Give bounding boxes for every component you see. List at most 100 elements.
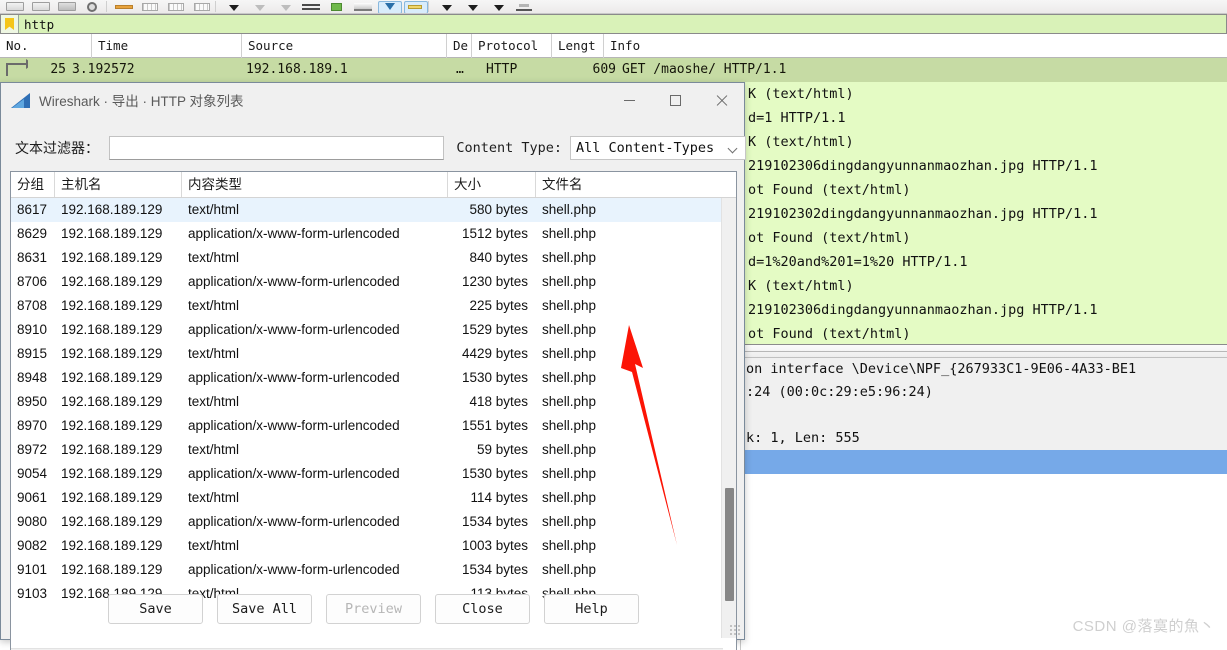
table-row[interactable]: 9061 192.168.189.129 text/html 114 bytes she… [11, 486, 736, 510]
column-header-source[interactable]: Source [242, 33, 447, 58]
colorize-icon[interactable] [324, 1, 350, 13]
zoom-out-icon[interactable] [350, 1, 376, 13]
packet-row-selected[interactable]: 25 3.192572 192.168.189.1 … HTTP 609 GET… [0, 58, 1227, 82]
detail-line: k: 1, Len: 555 [746, 430, 860, 446]
table-row[interactable]: 8631 192.168.189.129 text/html 840 bytes she… [11, 246, 736, 270]
save-button[interactable]: Save [108, 594, 203, 624]
go-previous-icon[interactable] [272, 1, 298, 13]
help-button[interactable]: Help [544, 594, 639, 624]
table-row[interactable]: 9080 192.168.189.129 application/x-www-for… [11, 510, 736, 534]
pane-splitter[interactable] [740, 344, 1227, 358]
display-filter-bar[interactable] [0, 14, 1227, 34]
table-cell-size: 1530 bytes [461, 370, 528, 385]
autoscroll-icon[interactable] [298, 1, 324, 13]
detail-line [740, 404, 1227, 427]
table-cell-content-type: application/x-www-form-urlencoded [188, 322, 400, 337]
column-header-info[interactable]: Info [604, 34, 1164, 58]
table-cell-size: 580 bytes [469, 202, 528, 217]
table-cell-packet: 8910 [17, 322, 48, 337]
minimize-icon[interactable] [606, 83, 652, 117]
table-cell-packet: 8950 [17, 394, 48, 409]
table-cell-packet: 9054 [17, 466, 48, 481]
table-row[interactable]: 8910 192.168.189.129 application/x-www-for… [11, 318, 736, 342]
table-row[interactable]: 8948 192.168.189.129 application/x-www-for… [11, 366, 736, 390]
table-row[interactable]: 9082 192.168.189.129 text/html 1003 bytes sh… [11, 534, 736, 558]
table-column-header-hostname[interactable]: 主机名 [55, 172, 182, 197]
column-header-no[interactable]: No. [0, 33, 92, 58]
preferences-icon[interactable] [511, 1, 537, 13]
table-cell-size: 225 bytes [469, 298, 528, 313]
reload-icon[interactable] [80, 1, 106, 13]
table-row[interactable]: 8708 192.168.189.129 text/html 225 bytes she… [11, 294, 736, 318]
resize-grip-icon[interactable] [729, 624, 740, 635]
wireshark-fin-icon [11, 92, 30, 108]
table-cell-filename: shell.php [542, 250, 597, 265]
text-filter-input[interactable] [109, 136, 445, 160]
zoom-in-icon[interactable] [376, 0, 402, 13]
bookmark-icon[interactable] [1, 15, 19, 33]
table-cell-packet: 8708 [17, 298, 48, 313]
table-cell-hostname: 192.168.189.129 [61, 202, 163, 217]
capture-filters-icon[interactable] [459, 1, 485, 13]
table-column-header-content-type[interactable]: 内容类型 [182, 172, 448, 197]
table-vertical-scrollbar[interactable] [721, 198, 736, 638]
table-row[interactable]: 8915 192.168.189.129 text/html 4429 bytes sh… [11, 342, 736, 366]
table-cell-content-type: text/html [188, 346, 240, 361]
table-cell-size: 1551 bytes [461, 418, 528, 433]
save-all-button[interactable]: Save All [217, 594, 312, 624]
print-icon[interactable] [28, 1, 54, 13]
packet-info: GET /maoshe/ HTTP/1.1 [622, 62, 787, 77]
http-object-table: 分组 主机名 内容类型 大小 文件名 8617 192.168.189.129 te… [10, 171, 737, 650]
resize-columns-icon[interactable] [433, 1, 459, 13]
table-row[interactable]: 8950 192.168.189.129 text/html 418 bytes she… [11, 390, 736, 414]
table-row[interactable]: 8629 192.168.189.129 application/x-www-for… [11, 222, 736, 246]
table-cell-filename: shell.php [542, 346, 597, 361]
dialog-titlebar[interactable]: Wireshark · 导出 · HTTP 对象列表 [1, 83, 744, 117]
table-row[interactable]: 8706 192.168.189.129 application/x-www-for… [11, 270, 736, 294]
table-cell-content-type: text/html [188, 202, 240, 217]
maximize-icon[interactable] [652, 83, 698, 117]
column-header-dest[interactable]: De [447, 33, 472, 58]
packet-detail-pane[interactable]: on interface \Device\NPF_{267933C1-9E06-… [740, 358, 1227, 450]
column-header-protocol[interactable]: Protocol [472, 33, 552, 58]
table-cell-filename: shell.php [542, 202, 597, 217]
table-cell-filename: shell.php [542, 562, 597, 577]
detail-selected-row[interactable] [744, 450, 1227, 474]
table-cell-packet: 8970 [17, 418, 48, 433]
go-first-icon[interactable] [220, 1, 246, 13]
table-cell-size: 1530 bytes [461, 466, 528, 481]
find-packet-icon[interactable] [111, 1, 137, 13]
table-row[interactable]: 8617 192.168.189.129 text/html 580 bytes she… [11, 198, 736, 222]
go-back-icon[interactable] [137, 1, 163, 13]
column-header-length[interactable]: Lengt [552, 33, 604, 58]
close-capture-icon[interactable] [54, 1, 80, 13]
normal-size-icon[interactable] [402, 0, 428, 13]
table-row[interactable]: 8972 192.168.189.129 text/html 59 bytes shel… [11, 438, 736, 462]
table-column-header-size[interactable]: 大小 [448, 172, 536, 197]
table-cell-packet: 8915 [17, 346, 48, 361]
save-icon[interactable] [2, 1, 28, 13]
table-cell-filename: shell.php [542, 442, 597, 457]
close-icon[interactable] [698, 83, 744, 117]
detail-line: on interface \Device\NPF_{267933C1-9E06-… [746, 361, 1137, 377]
dialog-filter-row: 文本过滤器： Content Type: All Content-Types [1, 131, 746, 165]
content-type-select[interactable]: All Content-Types [570, 136, 746, 160]
go-forward-icon[interactable] [163, 1, 189, 13]
table-column-header-packet[interactable]: 分组 [11, 172, 55, 197]
screen-root: No. Time Source De Protocol Lengt Info 2… [0, 0, 1227, 650]
close-button[interactable]: Close [435, 594, 530, 624]
go-to-packet-icon[interactable] [189, 1, 215, 13]
table-cell-content-type: text/html [188, 490, 240, 505]
table-column-header-filename[interactable]: 文件名 [536, 172, 708, 197]
table-row[interactable]: 9101 192.168.189.129 application/x-www-for… [11, 558, 736, 582]
table-cell-hostname: 192.168.189.129 [61, 466, 163, 481]
display-filters-icon[interactable] [485, 1, 511, 13]
table-row[interactable]: 9054 192.168.189.129 application/x-www-for… [11, 462, 736, 486]
column-header-time[interactable]: Time [92, 33, 242, 58]
display-filter-input[interactable] [19, 15, 1226, 33]
table-cell-size: 418 bytes [469, 394, 528, 409]
vertical-scroll-thumb[interactable] [725, 488, 734, 601]
table-row[interactable]: 8970 192.168.189.129 application/x-www-for… [11, 414, 736, 438]
go-last-icon[interactable] [246, 1, 272, 13]
table-cell-packet: 9080 [17, 514, 48, 529]
